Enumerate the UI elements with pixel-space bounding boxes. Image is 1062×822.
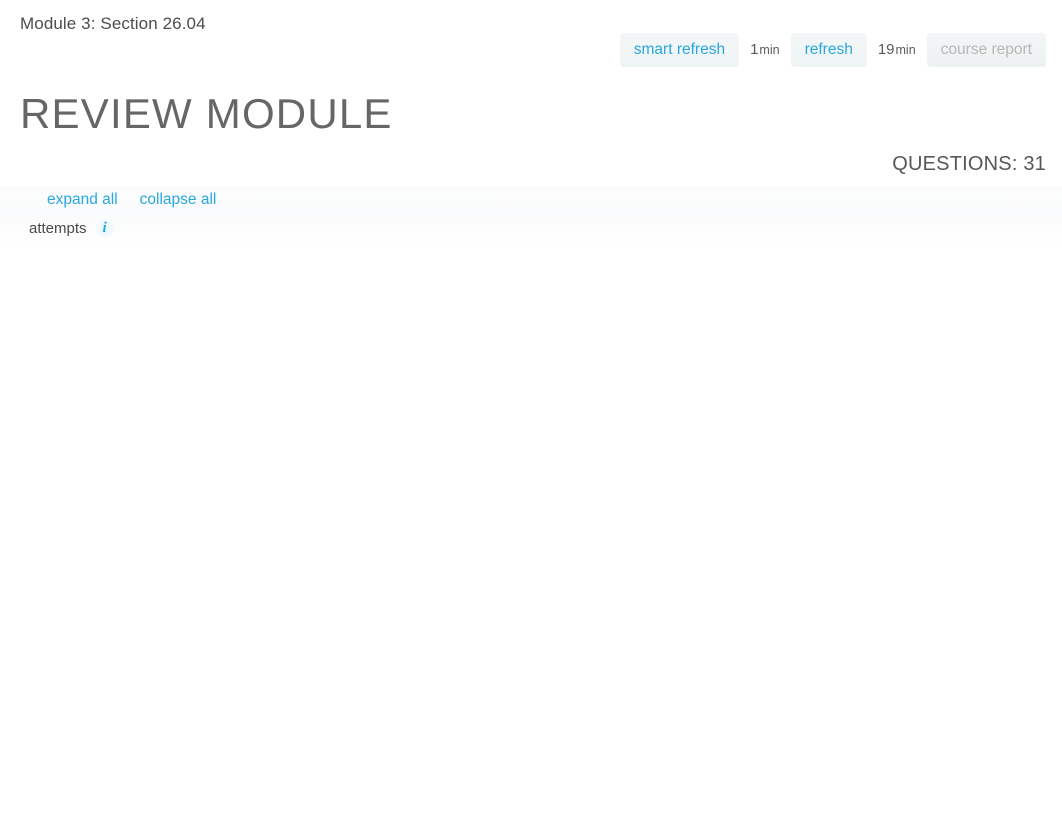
- page-title: REVIEW MODULE: [20, 90, 393, 137]
- expand-all-link[interactable]: expand all: [47, 192, 118, 208]
- smart-refresh-duration: 1min: [739, 42, 791, 57]
- smart-refresh-duration-unit: min: [759, 43, 780, 58]
- refresh-button[interactable]: refresh: [790, 33, 867, 67]
- attempts-label: attempts: [29, 219, 87, 237]
- attempts-control: attempts i: [29, 218, 115, 238]
- course-report-button[interactable]: course report: [926, 33, 1046, 67]
- refresh-duration: 19min: [867, 42, 927, 57]
- toolbar: expand all collapse all attempts i: [0, 186, 1062, 244]
- review-module-page: Module 3: Section 26.04 smart refresh 1m…: [0, 0, 1062, 822]
- toolbar-links: expand all collapse all: [47, 192, 216, 208]
- smart-refresh-duration-value: 1: [750, 41, 759, 59]
- info-icon[interactable]: i: [94, 218, 115, 238]
- questions-count: QUESTIONS: 31: [892, 153, 1046, 175]
- collapse-all-link[interactable]: collapse all: [140, 192, 217, 208]
- question-list-area: [0, 244, 1062, 822]
- refresh-duration-value: 19: [877, 41, 895, 59]
- refresh-duration-unit: min: [895, 43, 916, 58]
- smart-refresh-button[interactable]: smart refresh: [619, 33, 740, 67]
- breadcrumb: Module 3: Section 26.04: [20, 14, 206, 33]
- action-bar: smart refresh 1min refresh 19min course …: [619, 33, 1046, 67]
